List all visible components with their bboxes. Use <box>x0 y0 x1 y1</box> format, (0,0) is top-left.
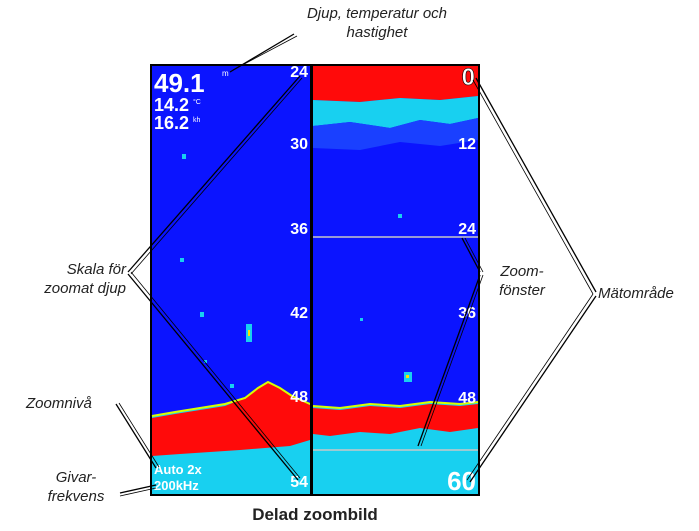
depth-unit: m <box>222 69 229 78</box>
leader-range-top <box>475 77 597 293</box>
temperature-readout: 14.2 <box>154 95 189 115</box>
zoom-scale-label: 36 <box>290 221 308 238</box>
fish-echo <box>182 154 186 159</box>
fish-echo <box>398 214 402 218</box>
zoom-scale-label: 30 <box>290 136 308 153</box>
frequency-label: 200kHz <box>154 478 199 493</box>
fish-echo <box>180 258 184 262</box>
range-scale-label: 24 <box>458 221 476 238</box>
callout-transducer-frequency: Givar- frekvens <box>47 469 105 505</box>
fish-echo <box>200 312 204 317</box>
figure-caption: Delad zoombild <box>252 505 378 524</box>
fish-echo <box>360 318 363 321</box>
range-scale-label: 12 <box>458 136 476 153</box>
leader-range-bottom <box>469 295 597 483</box>
zoom-scale-label: 42 <box>290 305 308 322</box>
callout-zoom-window: Zoom- fönster <box>499 263 545 299</box>
pane-divider <box>310 66 313 494</box>
depth-readout: 49.1 <box>154 68 205 98</box>
zoom-level-label: Auto 2x <box>154 462 202 477</box>
callout-zoomed-depth-scale: Skala för zoomat djup <box>44 261 126 297</box>
temperature-unit: °C <box>193 98 201 106</box>
callout-zoom-level: Zoomnivå <box>26 395 92 412</box>
callout-range: Mätområde <box>598 285 674 302</box>
range-bottom-label: 60 <box>447 466 476 496</box>
speed-readout: 16.2 <box>154 113 189 133</box>
fish-echo <box>230 384 234 388</box>
full-range-pane <box>312 66 479 494</box>
zoom-scale-label: 24 <box>290 64 308 81</box>
range-scale-label: 48 <box>458 390 476 407</box>
speed-unit: kh <box>193 117 201 124</box>
callout-depth-temp-speed: Djup, temperatur och hastighet <box>306 5 448 41</box>
range-top-label: 0 <box>462 64 475 91</box>
zoom-scale-label: 48 <box>290 389 308 406</box>
